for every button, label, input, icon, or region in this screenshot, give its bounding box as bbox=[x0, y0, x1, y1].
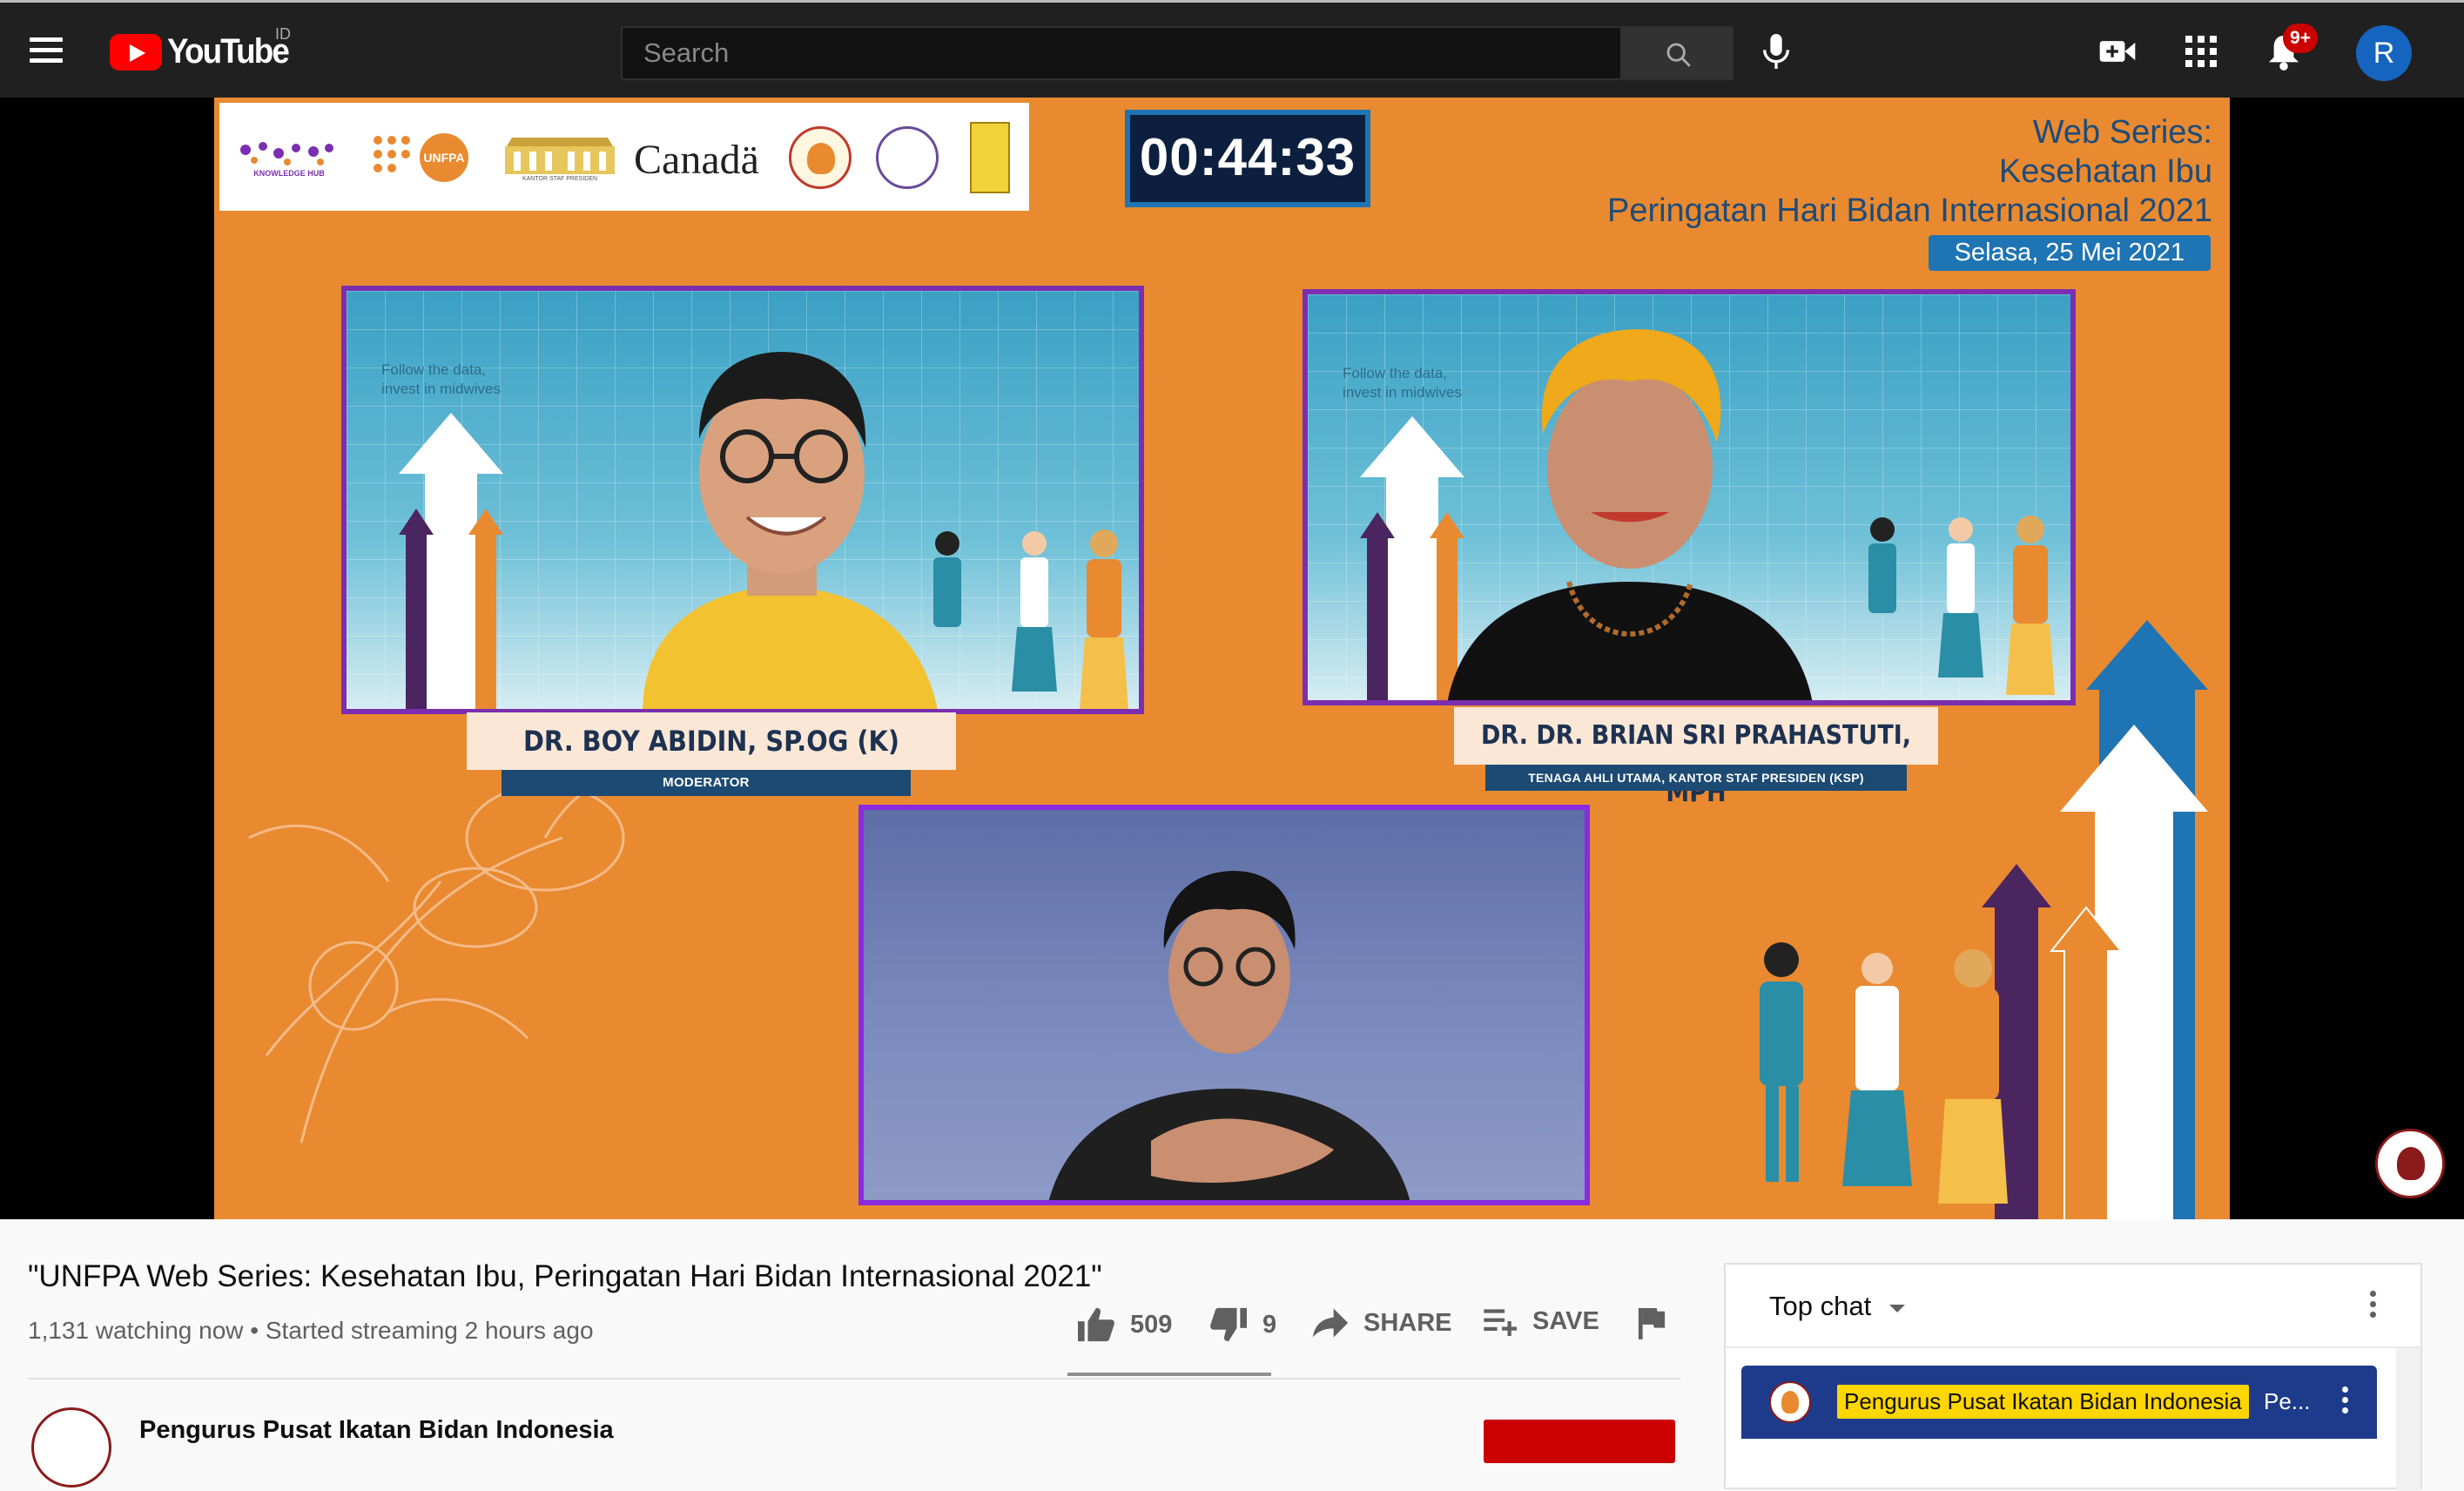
report-button[interactable] bbox=[1637, 1306, 1666, 1339]
speaker-nameplate: DR. DR. BRIAN SRI PRAHASTUTI, MPH bbox=[1454, 707, 1938, 808]
video-player[interactable]: KNOWLEDGE HUB UNFPA KANTOR STAF PRESIDEN… bbox=[0, 98, 2464, 1219]
countdown-timer: 00:44:33 bbox=[1125, 110, 1370, 207]
masthead: YouTube ID 9+ R bbox=[0, 0, 2464, 98]
channel-watermark[interactable] bbox=[2375, 1129, 2445, 1198]
search-icon bbox=[1666, 43, 1691, 67]
pinned-author-name: Pengurus Pusat Ikatan Bidan Indonesia bbox=[1837, 1385, 2249, 1419]
notification-count-badge: 9+ bbox=[2283, 24, 2318, 53]
sentiment-bar bbox=[1067, 1373, 1271, 1376]
chevron-down-icon[interactable] bbox=[1889, 1305, 1905, 1312]
flag-icon bbox=[1638, 1308, 1666, 1339]
menu-icon[interactable] bbox=[30, 37, 64, 64]
unfpa-logo: UNFPA bbox=[367, 131, 472, 185]
interpreter-video-feed bbox=[1048, 871, 1410, 1200]
pinned-author-avatar bbox=[1769, 1381, 1811, 1423]
chat-more-button[interactable] bbox=[2370, 1291, 2377, 1322]
moderator-nameplate: DR. BOY ABIDIN, SP.OG (K) bbox=[467, 712, 956, 770]
like-button[interactable]: 509 bbox=[1076, 1306, 1172, 1343]
share-label: SHARE bbox=[1363, 1308, 1452, 1337]
logo-text: YouTube bbox=[167, 32, 290, 71]
chat-header: Top chat bbox=[1726, 1265, 2420, 1348]
search-input[interactable] bbox=[623, 28, 1620, 78]
unfpa-label: UNFPA bbox=[420, 133, 468, 182]
interpreter-tile bbox=[858, 805, 1590, 1205]
region-code: ID bbox=[275, 25, 291, 43]
knowledge-hub-mark-icon bbox=[240, 142, 333, 165]
series-date-badge: Selasa, 25 Mei 2021 bbox=[1928, 235, 2211, 271]
mic-icon bbox=[1763, 34, 1789, 69]
speaker-video-feed bbox=[1447, 329, 1813, 700]
play-logo-icon bbox=[110, 33, 162, 71]
ksp-label: KANTOR STAF PRESIDEN bbox=[522, 175, 598, 182]
thumb-up-icon bbox=[1078, 1307, 1114, 1342]
tile-slogan: Follow the data, invest in midwives bbox=[381, 361, 501, 397]
poga-logo bbox=[872, 126, 942, 189]
university-logo bbox=[968, 122, 1012, 193]
channel-avatar[interactable] bbox=[31, 1407, 111, 1488]
save-playlist-icon bbox=[1484, 1309, 1518, 1336]
more-vert-icon bbox=[2370, 1291, 2376, 1297]
palace-icon bbox=[505, 137, 615, 174]
apps-button[interactable] bbox=[2185, 36, 2217, 71]
panelist-tile-speaker: Follow the data, invest in midwives bbox=[1303, 289, 2076, 705]
dislike-count: 9 bbox=[1262, 1310, 1277, 1339]
series-title: Web Series: Kesehatan Ibu Peringatan Har… bbox=[1607, 113, 2212, 231]
series-title-line-3: Peringatan Hari Bidan Internasional 2021 bbox=[1606, 192, 2212, 229]
unfpa-dots-icon bbox=[374, 136, 410, 172]
video-meta: 1,131 watching now • Started streaming 2… bbox=[28, 1317, 594, 1344]
like-count: 509 bbox=[1130, 1310, 1173, 1339]
video-info-section: "UNFPA Web Series: Kesehatan Ibu, Pering… bbox=[0, 1219, 2464, 1491]
pinned-message-text: Pe... bbox=[2264, 1388, 2311, 1414]
video-frame: KNOWLEDGE HUB UNFPA KANTOR STAF PRESIDEN… bbox=[214, 98, 2230, 1219]
save-button[interactable]: SAVE bbox=[1482, 1306, 1599, 1336]
pinned-message[interactable]: Pengurus Pusat Ikatan Bidan Indonesia Pe… bbox=[1741, 1366, 2377, 1439]
university-emblem-icon bbox=[970, 122, 1010, 193]
channel-seal-icon bbox=[2397, 1147, 2425, 1180]
account-avatar[interactable]: R bbox=[2356, 25, 2412, 81]
sponsor-logos-strip: KNOWLEDGE HUB UNFPA KANTOR STAF PRESIDEN… bbox=[219, 103, 1029, 211]
share-button[interactable]: SHARE bbox=[1311, 1306, 1452, 1339]
panelist-tile-moderator: Follow the data, invest in midwives bbox=[341, 286, 1144, 714]
ibi-seal-icon bbox=[789, 126, 852, 189]
moderator-role: MODERATOR bbox=[502, 770, 911, 796]
create-button[interactable] bbox=[2098, 36, 2137, 71]
midwives-illustration bbox=[1760, 942, 2008, 1204]
dislike-button[interactable]: 9 bbox=[1208, 1306, 1276, 1343]
more-vert-icon bbox=[2342, 1386, 2348, 1393]
search-field[interactable] bbox=[621, 26, 1622, 80]
live-chat-panel: Top chat Pengurus Pusat Ikatan Bidan Ind… bbox=[1724, 1263, 2422, 1491]
apps-icon bbox=[2185, 36, 2217, 67]
tile-midwives-icon bbox=[1868, 516, 2055, 695]
series-title-line-1: Web Series: bbox=[2032, 114, 2212, 151]
poga-seal-icon bbox=[876, 126, 939, 189]
ibi-logo bbox=[785, 126, 855, 189]
subscribe-button[interactable] bbox=[1484, 1420, 1675, 1463]
search-button[interactable] bbox=[1622, 26, 1734, 80]
voice-search-button[interactable] bbox=[1759, 30, 1794, 77]
series-title-line-2: Kesehatan Ibu bbox=[1998, 153, 2212, 190]
youtube-logo[interactable]: YouTube bbox=[110, 32, 299, 71]
save-label: SAVE bbox=[1532, 1306, 1599, 1335]
tile-arrows-icon bbox=[399, 413, 503, 709]
chat-scrollbar[interactable] bbox=[2396, 1348, 2420, 1491]
pinned-more-button[interactable] bbox=[2342, 1386, 2349, 1418]
thumb-down-icon bbox=[1210, 1307, 1247, 1342]
share-icon bbox=[1312, 1308, 1349, 1338]
ksp-logo: KANTOR STAF PRESIDEN bbox=[495, 131, 625, 185]
speaker-role: TENAGA AHLI UTAMA, KANTOR STAF PRESIDEN … bbox=[1485, 765, 1907, 791]
create-video-icon bbox=[2099, 41, 2136, 62]
channel-name[interactable]: Pengurus Pusat Ikatan Bidan Indonesia bbox=[139, 1416, 614, 1445]
tile-midwives-icon bbox=[933, 530, 1128, 709]
video-title: "UNFPA Web Series: Kesehatan Ibu, Pering… bbox=[28, 1259, 1102, 1293]
section-divider bbox=[28, 1378, 1680, 1380]
knowledge-hub-logo: KNOWLEDGE HUB bbox=[237, 131, 341, 185]
chat-mode-dropdown[interactable]: Top chat bbox=[1769, 1291, 1871, 1322]
canada-wordmark: Canadä bbox=[634, 137, 759, 183]
knowledge-hub-label: KNOWLEDGE HUB bbox=[253, 169, 325, 178]
